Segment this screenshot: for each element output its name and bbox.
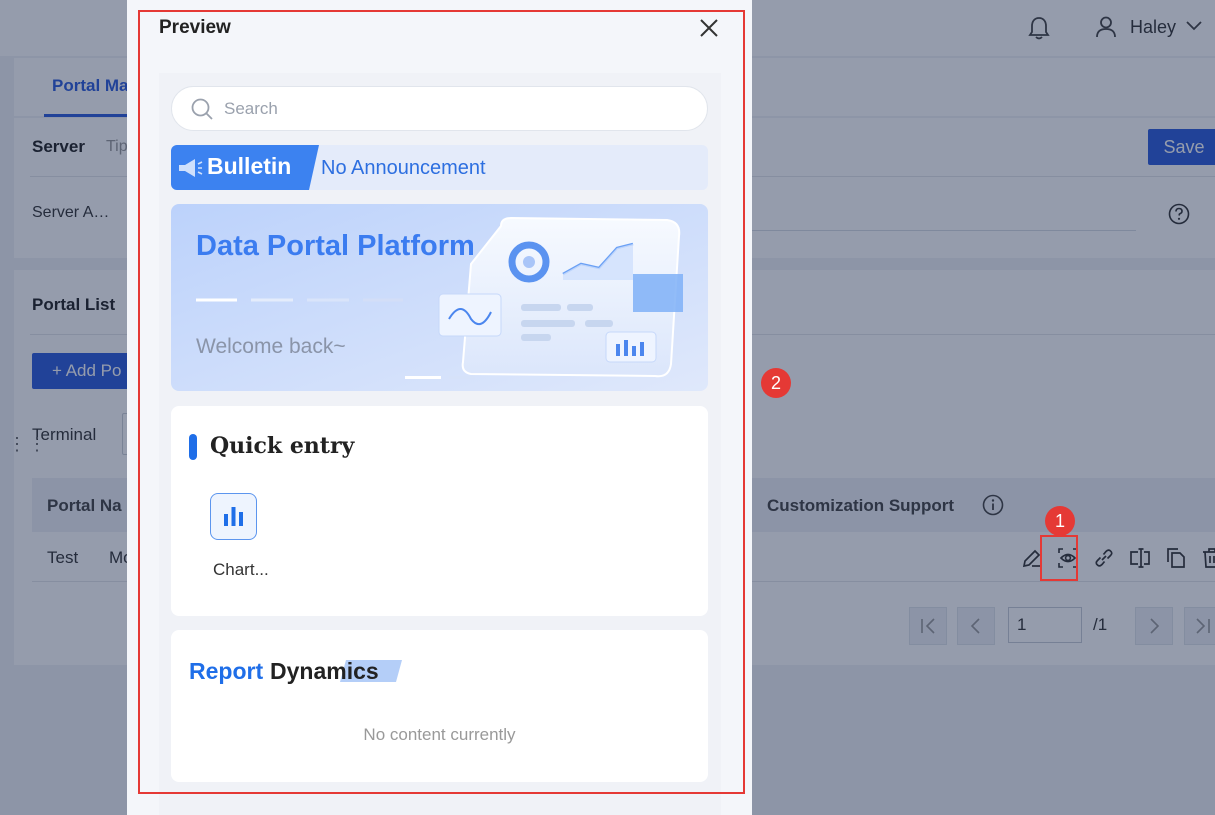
annotation-badge-2: 2 [761, 368, 791, 398]
annotation-highlight-preview-action [1040, 535, 1078, 581]
annotation-badge-1: 1 [1045, 506, 1075, 536]
annotation-highlight-preview-frame [138, 10, 745, 794]
